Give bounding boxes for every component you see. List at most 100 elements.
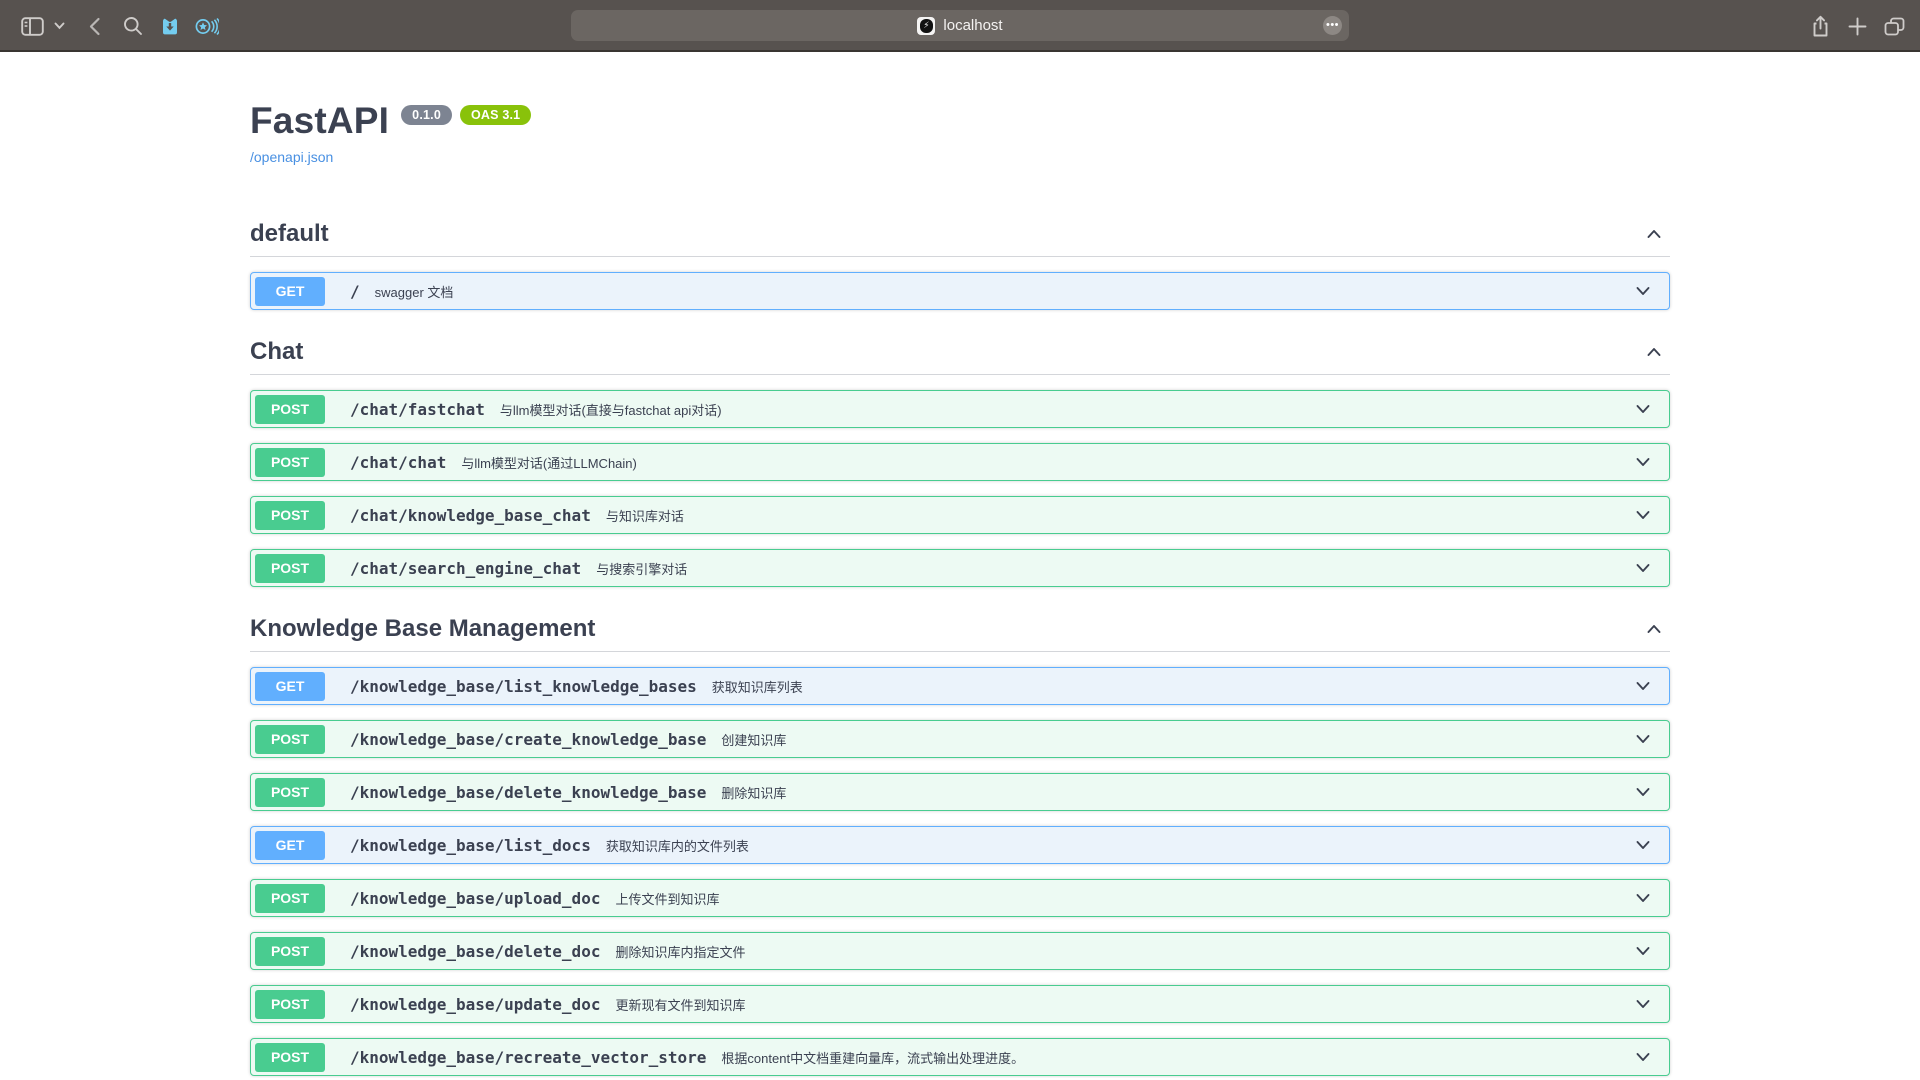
section-header-default[interactable]: default — [250, 212, 1670, 257]
endpoint-post-knowledge-base-delete-knowledge-base[interactable]: POST/knowledge_base/delete_knowledge_bas… — [250, 773, 1670, 811]
endpoint-path: /chat/knowledge_base_chat — [350, 506, 591, 525]
endpoint-post-knowledge-base-upload-doc[interactable]: POST/knowledge_base/upload_doc 上传文件到知识库 — [250, 879, 1670, 917]
sidebar-toggle-icon[interactable] — [18, 0, 46, 52]
section-title: Chat — [250, 338, 303, 366]
tag-section-default: default GET / swagger 文档 — [250, 212, 1670, 310]
method-badge: POST — [255, 884, 325, 913]
method-badge: POST — [255, 990, 325, 1019]
address-bar[interactable]: ⚡ localhost ••• — [571, 10, 1349, 41]
share-icon[interactable] — [1806, 0, 1834, 52]
endpoint-path: /knowledge_base/update_doc — [350, 995, 600, 1014]
chevron-down-icon[interactable] — [1627, 729, 1659, 749]
endpoint-path: /chat/fastchat — [350, 400, 485, 419]
endpoint-summary: 获取知识库列表 — [712, 677, 803, 696]
endpoint-get-knowledge-base-list-knowledge-bases[interactable]: GET/knowledge_base/list_knowledge_bases 获… — [250, 667, 1670, 705]
chevron-down-icon[interactable] — [1627, 558, 1659, 578]
pinned-tab-bookmark-icon[interactable] — [157, 0, 183, 52]
endpoint-get-knowledge-base-list-docs[interactable]: GET/knowledge_base/list_docs 获取知识库内的文件列表 — [250, 826, 1670, 864]
endpoint-summary: 与llm模型对话(通过LLMChain) — [461, 453, 637, 472]
endpoint-summary: 创建知识库 — [721, 730, 786, 749]
chevron-down-icon[interactable] — [1627, 676, 1659, 696]
method-badge: POST — [255, 1043, 325, 1072]
endpoint-get-root[interactable]: GET / swagger 文档 — [250, 272, 1670, 310]
endpoint-path: /knowledge_base/create_knowledge_base — [350, 730, 706, 749]
method-badge: POST — [255, 778, 325, 807]
oas-badge: OAS 3.1 — [460, 105, 531, 125]
version-badge: 0.1.0 — [401, 105, 452, 125]
endpoint-summary: 获取知识库内的文件列表 — [606, 836, 749, 855]
chevron-down-icon[interactable] — [1627, 994, 1659, 1014]
endpoint-path: /knowledge_base/upload_doc — [350, 889, 600, 908]
endpoint-path: / — [350, 282, 360, 301]
endpoint-post-knowledge-base-recreate-vector-store[interactable]: POST/knowledge_base/recreate_vector_stor… — [250, 1038, 1670, 1076]
section-title: default — [250, 220, 329, 248]
endpoint-path: /knowledge_base/recreate_vector_store — [350, 1048, 706, 1067]
openapi-spec-link[interactable]: /openapi.json — [250, 149, 333, 165]
endpoint-post-knowledge-base-create-knowledge-base[interactable]: POST/knowledge_base/create_knowledge_bas… — [250, 720, 1670, 758]
endpoint-summary: 删除知识库 — [721, 783, 786, 802]
new-tab-icon[interactable] — [1843, 0, 1871, 52]
chevron-up-icon[interactable] — [1638, 342, 1670, 362]
swagger-page: FastAPI 0.1.0 OAS 3.1 /openapi.json defa… — [0, 52, 1920, 1078]
method-badge: GET — [255, 277, 325, 306]
endpoint-post-chat-fastchat[interactable]: POST/chat/fastchat 与llm模型对话(直接与fastchat a… — [250, 390, 1670, 428]
tag-section-knowledge-base-management: Knowledge Base Management GET/knowledge_b… — [250, 607, 1670, 1076]
chevron-down-icon[interactable] — [1627, 399, 1659, 419]
chevron-up-icon[interactable] — [1638, 619, 1670, 639]
method-badge: POST — [255, 554, 325, 583]
pinned-tab-star-icon[interactable] — [193, 0, 221, 52]
page-settings-icon[interactable]: ••• — [1323, 16, 1342, 35]
page-title: FastAPI 0.1.0 OAS 3.1 — [250, 100, 1670, 142]
search-icon[interactable] — [120, 0, 146, 52]
browser-toolbar: ⚡ localhost ••• — [0, 0, 1920, 52]
chevron-down-icon[interactable] — [1627, 888, 1659, 908]
chevron-down-icon[interactable] — [1627, 941, 1659, 961]
endpoint-post-knowledge-base-update-doc[interactable]: POST/knowledge_base/update_doc 更新现有文件到知识库 — [250, 985, 1670, 1023]
site-favicon-fastapi-icon: ⚡ — [917, 17, 935, 35]
endpoint-summary: 更新现有文件到知识库 — [615, 995, 745, 1014]
chevron-down-icon[interactable] — [1627, 452, 1659, 472]
method-badge: POST — [255, 448, 325, 477]
endpoint-path: /knowledge_base/delete_doc — [350, 942, 600, 961]
endpoint-path: /knowledge_base/list_docs — [350, 836, 591, 855]
section-header-chat[interactable]: Chat — [250, 330, 1670, 375]
endpoint-path: /knowledge_base/delete_knowledge_base — [350, 783, 706, 802]
back-icon[interactable] — [82, 0, 106, 52]
endpoint-summary: 删除知识库内指定文件 — [615, 942, 745, 961]
method-badge: GET — [255, 672, 325, 701]
endpoint-summary: 与搜索引擎对话 — [596, 559, 687, 578]
chevron-down-icon[interactable] — [1627, 505, 1659, 525]
chevron-down-icon[interactable] — [1627, 281, 1659, 301]
section-title: Knowledge Base Management — [250, 615, 595, 643]
method-badge: POST — [255, 937, 325, 966]
endpoint-post-knowledge-base-delete-doc[interactable]: POST/knowledge_base/delete_doc 删除知识库内指定文件 — [250, 932, 1670, 970]
chevron-up-icon[interactable] — [1638, 224, 1670, 244]
endpoint-post-chat-knowledge-base-chat[interactable]: POST/chat/knowledge_base_chat 与知识库对话 — [250, 496, 1670, 534]
tab-overview-icon[interactable] — [1879, 0, 1909, 52]
chevron-down-icon[interactable] — [50, 0, 68, 52]
endpoint-summary: 上传文件到知识库 — [615, 889, 719, 908]
content-wrapper: FastAPI 0.1.0 OAS 3.1 /openapi.json defa… — [250, 52, 1670, 1076]
endpoint-post-chat-search-engine-chat[interactable]: POST/chat/search_engine_chat 与搜索引擎对话 — [250, 549, 1670, 587]
api-info: FastAPI 0.1.0 OAS 3.1 /openapi.json — [250, 100, 1670, 167]
method-badge: POST — [255, 725, 325, 754]
endpoint-post-chat-chat[interactable]: POST/chat/chat 与llm模型对话(通过LLMChain) — [250, 443, 1670, 481]
method-badge: POST — [255, 501, 325, 530]
section-header-knowledge-base-management[interactable]: Knowledge Base Management — [250, 607, 1670, 652]
endpoint-summary: swagger 文档 — [375, 282, 454, 301]
address-url: localhost — [943, 17, 1002, 34]
endpoint-path: /knowledge_base/list_knowledge_bases — [350, 677, 697, 696]
chevron-down-icon[interactable] — [1627, 835, 1659, 855]
endpoint-path: /chat/chat — [350, 453, 446, 472]
method-badge: GET — [255, 831, 325, 860]
chevron-down-icon[interactable] — [1627, 782, 1659, 802]
endpoint-summary: 与知识库对话 — [606, 506, 684, 525]
endpoint-summary: 与llm模型对话(直接与fastchat api对话) — [500, 400, 722, 419]
method-badge: POST — [255, 395, 325, 424]
endpoint-path: /chat/search_engine_chat — [350, 559, 581, 578]
api-title: FastAPI — [250, 100, 389, 142]
endpoint-summary: 根据content中文档重建向量库，流式输出处理进度。 — [721, 1048, 1024, 1067]
chevron-down-icon[interactable] — [1627, 1047, 1659, 1067]
api-badges: 0.1.0 OAS 3.1 — [401, 105, 531, 125]
tag-section-chat: Chat POST/chat/fastchat 与llm模型对话(直接与fastch… — [250, 330, 1670, 587]
